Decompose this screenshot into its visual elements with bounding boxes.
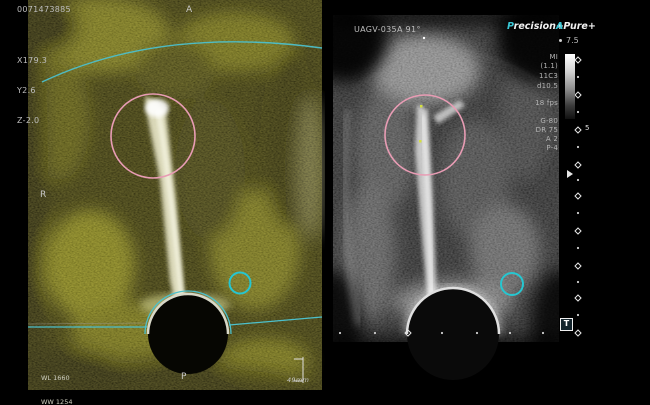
brand-apure-rest: Pure+ — [563, 21, 595, 32]
scale-label: 49mm — [287, 375, 309, 385]
orientation-marker-right: R — [40, 190, 47, 200]
gain-setting: G-80 — [516, 117, 558, 125]
patient-id: 0071473885 — [17, 5, 71, 15]
window-level: WL 1660 — [41, 374, 72, 382]
transducer-label: 11C3 — [516, 72, 558, 80]
depth-5cm-label: 5 — [585, 124, 589, 132]
frequency-value: 7.5 — [566, 36, 579, 45]
coord-x: X179.3 — [17, 56, 47, 66]
acoustic-power: A 2 — [516, 135, 558, 143]
tick-dot-icon — [559, 39, 562, 42]
mi-value: (1.1) — [516, 62, 558, 70]
grayscale-bar — [565, 54, 575, 119]
ultrasound-screen: 0071473885 X179.3 Y2.6 Z-2.0 A R P WL 16… — [0, 0, 650, 405]
coord-z: Z-2.0 — [17, 116, 47, 126]
dynamic-range: DR 75 — [516, 126, 558, 134]
mi-label: MI — [516, 53, 558, 61]
coord-y: Y2.6 — [17, 86, 47, 96]
focus-marker-icon — [567, 170, 573, 178]
mri-window-settings: WL 1660 WW 1254 0.5mm — [41, 358, 72, 405]
probe-dome-bmode — [407, 288, 499, 380]
persistence: P-4 — [516, 144, 558, 152]
orientation-marker-posterior: P — [181, 372, 187, 382]
depth-setting: d10.5 — [516, 82, 558, 90]
brand-precision-prefix: P — [507, 21, 514, 32]
coordinate-readout: X179.3 Y2.6 Z-2.0 — [17, 36, 47, 146]
probe-label: UAGV-035A 91° — [354, 25, 421, 35]
brand-apure: APure+ — [556, 21, 596, 32]
window-width: WW 1254 — [41, 398, 72, 405]
frequency-readout: 7.5 — [559, 36, 579, 45]
fusion-image-panel[interactable] — [0, 0, 325, 390]
t-button[interactable]: T — [560, 318, 573, 331]
orientation-marker-anterior: A — [186, 5, 192, 15]
frame-rate: 18 fps — [516, 99, 558, 107]
